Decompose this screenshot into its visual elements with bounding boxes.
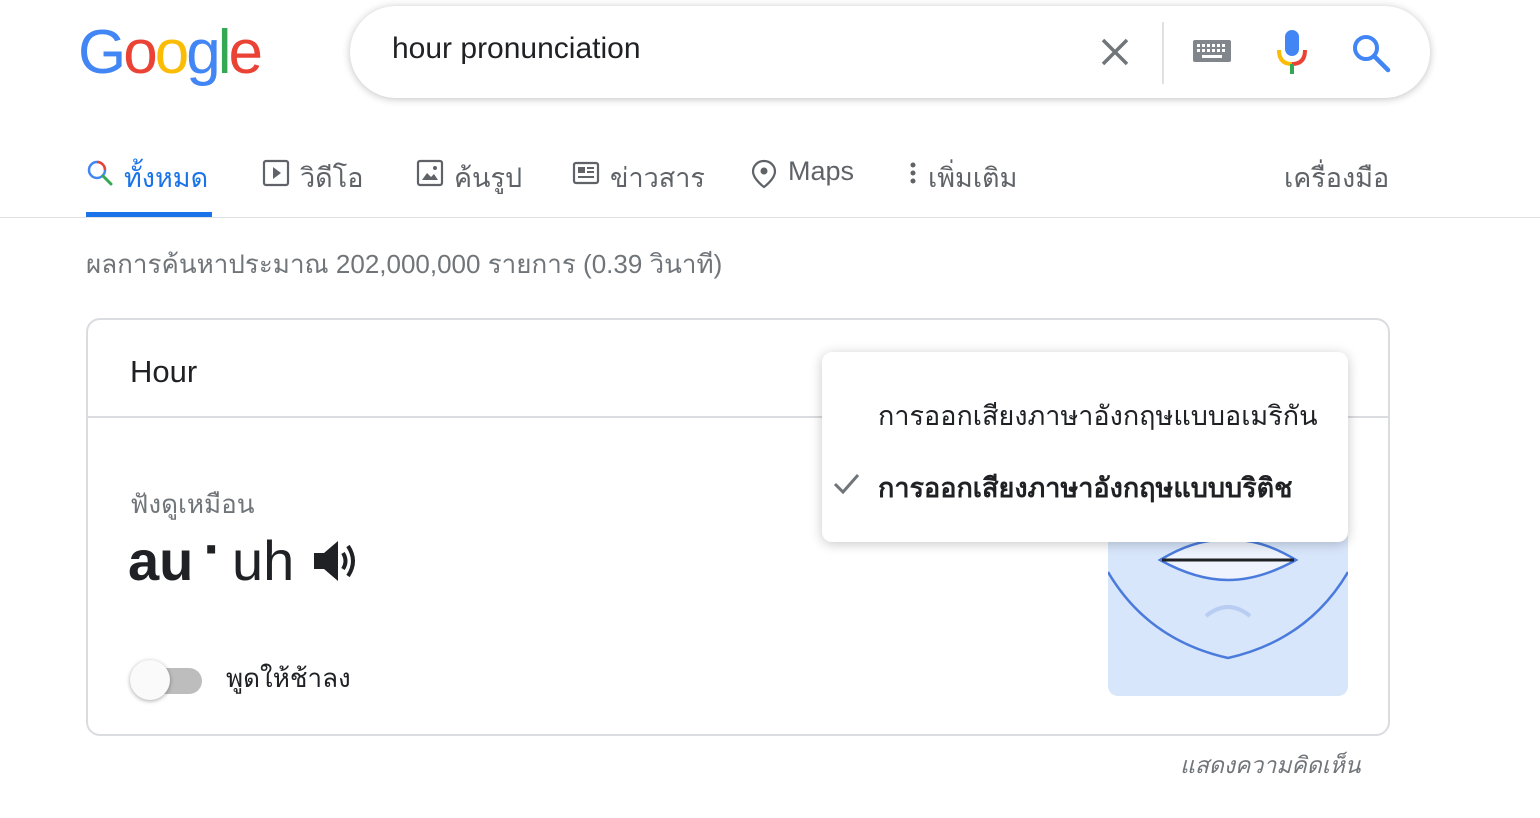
tab-images[interactable]: ค้นรูป xyxy=(416,150,522,218)
card-title: Hour xyxy=(130,354,198,389)
tab-maps[interactable]: Maps xyxy=(750,150,854,218)
more-vertical-icon xyxy=(910,162,916,184)
search-divider xyxy=(1162,22,1164,84)
map-pin-icon xyxy=(751,159,777,189)
speaker-icon[interactable] xyxy=(312,538,362,584)
close-icon[interactable] xyxy=(1095,32,1135,72)
logo-letter: l xyxy=(217,18,232,87)
search-icon xyxy=(87,160,113,186)
tools-button[interactable]: เครื่องมือ xyxy=(1284,150,1389,218)
keyboard-icon[interactable] xyxy=(1192,38,1232,66)
logo-letter: o xyxy=(154,18,190,87)
syllable-separator: · xyxy=(203,517,223,580)
image-icon xyxy=(416,159,444,187)
sounds-like-label: ฟังดูเหมือน xyxy=(130,489,255,519)
tools-label: เครื่องมือ xyxy=(1284,163,1390,193)
tab-label: Maps xyxy=(788,156,855,186)
menu-item-british[interactable]: การออกเสียงภาษาอังกฤษแบบบริติช xyxy=(878,466,1293,509)
tab-label: ทั้งหมด xyxy=(124,163,209,193)
tabs-divider xyxy=(0,217,1540,218)
slow-down-label: พูดให้ช้าลง xyxy=(226,663,351,693)
mouth-illustration xyxy=(1106,520,1350,696)
search-tabs: ทั้งหมด วิดีโอ ค้นรูป ข่าวสาร Maps เพิ่ม… xyxy=(86,150,1416,218)
search-box[interactable]: hour pronunciation xyxy=(350,6,1430,98)
accent-menu: การออกเสียงภาษาอังกฤษแบบอเมริกัน การออกเ… xyxy=(822,352,1348,542)
tab-label: เพิ่มเติม xyxy=(928,163,1018,193)
logo-letter: o xyxy=(123,18,158,87)
logo-letter: e xyxy=(228,18,263,87)
google-logo[interactable]: Google xyxy=(78,18,263,87)
tab-videos[interactable]: วิดีโอ xyxy=(262,150,363,218)
tab-all[interactable]: ทั้งหมด xyxy=(86,150,212,218)
result-stats: ผลการค้นหาประมาณ 202,000,000 รายการ (0.3… xyxy=(86,249,723,279)
mouth-diagram xyxy=(1106,538,1350,660)
tab-more[interactable]: เพิ่มเติม xyxy=(908,150,1017,218)
tab-label: ค้นรูป xyxy=(454,163,523,193)
feedback-link[interactable]: แสดงความคิดเห็น xyxy=(1180,748,1360,784)
tab-label: วิดีโอ xyxy=(300,163,364,193)
tab-news[interactable]: ข่าวสาร xyxy=(572,150,705,218)
logo-letter: g xyxy=(186,18,221,87)
syllable: uh xyxy=(232,529,295,592)
phonetic-spelling: au · uh xyxy=(128,517,362,593)
news-icon xyxy=(572,161,600,185)
logo-letter: G xyxy=(78,18,126,87)
toggle-knob xyxy=(130,660,170,700)
menu-item-american[interactable]: การออกเสียงภาษาอังกฤษแบบอเมริกัน xyxy=(878,394,1318,437)
search-input[interactable]: hour pronunciation xyxy=(392,32,641,66)
search-icon[interactable] xyxy=(1350,32,1392,74)
syllable-stressed: au xyxy=(128,529,194,592)
tab-label: ข่าวสาร xyxy=(610,163,705,193)
check-icon xyxy=(833,474,860,495)
play-icon xyxy=(262,159,290,187)
slow-down-toggle[interactable] xyxy=(130,660,202,700)
mic-icon[interactable] xyxy=(1274,28,1310,76)
